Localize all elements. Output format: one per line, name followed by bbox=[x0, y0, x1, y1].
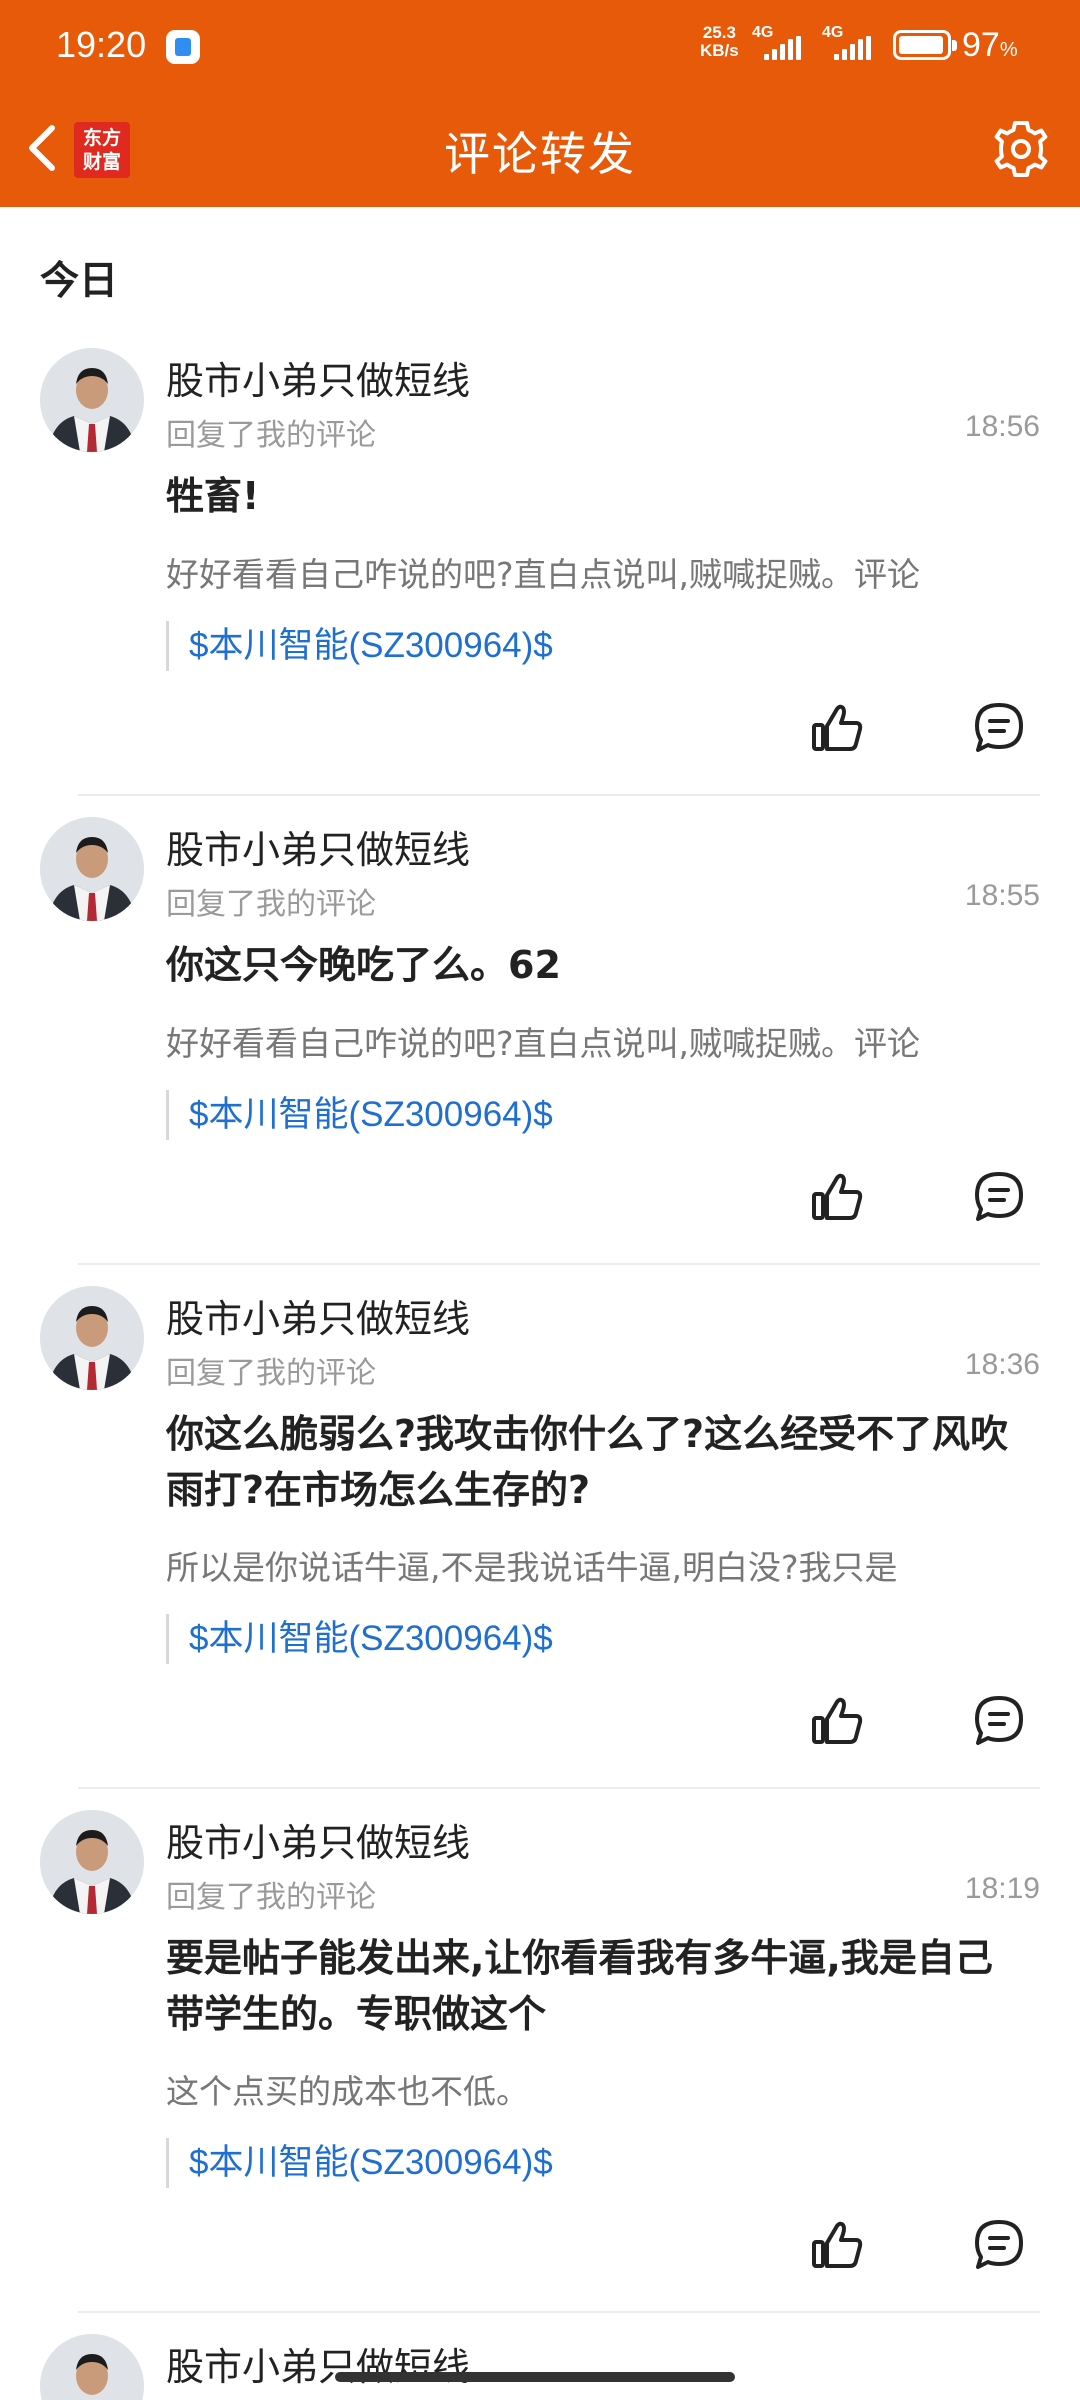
username[interactable]: 股市小弟只做短线 bbox=[166, 1288, 470, 1343]
stock-link[interactable]: $本川智能(SZ300964)$ bbox=[166, 621, 553, 671]
divider bbox=[78, 1787, 1040, 1789]
app-header: 19:20 25.3 KB/s 4G 4G 97% 东方 财富 评论转发 bbox=[0, 0, 1080, 207]
avatar-image bbox=[40, 817, 144, 921]
avatar[interactable] bbox=[40, 817, 144, 921]
notification-app-icon bbox=[166, 30, 200, 64]
avatar-image bbox=[40, 1810, 144, 1914]
avatar[interactable] bbox=[40, 348, 144, 452]
quoted-comment[interactable]: 好好看看自己咋说的吧?直白点说叫,贼喊捉贼。评论 bbox=[166, 548, 1042, 596]
home-indicator[interactable] bbox=[335, 2372, 735, 2382]
divider bbox=[78, 1263, 1040, 1265]
reply-label: 回复了我的评论 bbox=[166, 1880, 376, 1915]
divider bbox=[78, 2311, 1040, 2313]
comment-button[interactable] bbox=[970, 699, 1028, 757]
like-button[interactable] bbox=[808, 699, 866, 757]
stock-link[interactable]: $本川智能(SZ300964)$ bbox=[166, 1090, 553, 1140]
page-title: 评论转发 bbox=[444, 127, 636, 181]
like-button[interactable] bbox=[808, 1168, 866, 1226]
divider bbox=[78, 794, 1040, 796]
network-speed: 25.3 KB/s bbox=[700, 24, 739, 60]
battery-percent: 97% bbox=[962, 26, 1018, 64]
settings-button[interactable] bbox=[990, 118, 1052, 180]
status-bar: 19:20 25.3 KB/s 4G 4G 97% bbox=[0, 0, 1080, 90]
signal-sim2-icon: 4G bbox=[822, 24, 882, 60]
timestamp: 18:36 bbox=[964, 1348, 1040, 1381]
comment-content[interactable]: 要是帖子能发出来,让你看看我有多牛逼,我是自己带学生的。专职做这个 bbox=[166, 1930, 1026, 2042]
avatar-image bbox=[40, 348, 144, 452]
reply-label: 回复了我的评论 bbox=[166, 887, 376, 922]
username[interactable]: 股市小弟只做短线 bbox=[166, 2336, 470, 2391]
gear-icon bbox=[994, 121, 1048, 177]
comment-content[interactable]: 牲畜! bbox=[166, 468, 1026, 524]
thumbs-up-icon bbox=[812, 704, 863, 751]
avatar-image bbox=[40, 2334, 144, 2400]
comment-bubble-icon bbox=[975, 703, 1023, 752]
comment-content[interactable]: 你这么脆弱么?我攻击你什么了?这么经受不了风吹雨打?在市场怎么生存的? bbox=[166, 1406, 1026, 1518]
comment-bubble-icon bbox=[975, 2220, 1023, 2269]
reply-label: 回复了我的评论 bbox=[166, 418, 376, 453]
stock-link[interactable]: $本川智能(SZ300964)$ bbox=[166, 2138, 553, 2188]
timestamp: 18:19 bbox=[964, 1872, 1040, 1905]
timestamp: 18:55 bbox=[964, 879, 1040, 912]
section-label-today: 今日 bbox=[40, 259, 119, 304]
quoted-comment[interactable]: 这个点买的成本也不低。 bbox=[166, 2065, 1042, 2113]
username[interactable]: 股市小弟只做短线 bbox=[166, 819, 470, 874]
signal-sim1-icon: 4G bbox=[752, 24, 812, 60]
thumbs-up-icon bbox=[812, 1173, 863, 1220]
quoted-comment[interactable]: 所以是你说话牛逼,不是我说话牛逼,明白没?我只是 bbox=[166, 1541, 1042, 1589]
avatar-image bbox=[40, 1286, 144, 1390]
comment-button[interactable] bbox=[970, 1692, 1028, 1750]
thumbs-up-icon bbox=[812, 2221, 863, 2268]
network-speed-unit: KB/s bbox=[700, 41, 739, 60]
avatar[interactable] bbox=[40, 1286, 144, 1390]
reply-label: 回复了我的评论 bbox=[166, 1356, 376, 1391]
comment-button[interactable] bbox=[970, 2216, 1028, 2274]
battery-icon bbox=[893, 30, 957, 60]
status-time: 19:20 bbox=[56, 24, 147, 65]
like-button[interactable] bbox=[808, 1692, 866, 1750]
stock-link[interactable]: $本川智能(SZ300964)$ bbox=[166, 1614, 553, 1664]
avatar[interactable] bbox=[40, 2334, 144, 2400]
timestamp: 18:56 bbox=[964, 410, 1040, 443]
username[interactable]: 股市小弟只做短线 bbox=[166, 350, 470, 405]
like-button[interactable] bbox=[808, 2216, 866, 2274]
comment-button[interactable] bbox=[970, 1168, 1028, 1226]
quoted-comment[interactable]: 好好看看自己咋说的吧?直白点说叫,贼喊捉贼。评论 bbox=[166, 1017, 1042, 1065]
username[interactable]: 股市小弟只做短线 bbox=[166, 1812, 470, 1867]
network-speed-value: 25.3 bbox=[702, 23, 736, 42]
comment-bubble-icon bbox=[975, 1696, 1023, 1745]
comment-content[interactable]: 你这只今晚吃了么。62 bbox=[166, 937, 1026, 993]
avatar[interactable] bbox=[40, 1810, 144, 1914]
comment-bubble-icon bbox=[975, 1172, 1023, 1221]
thumbs-up-icon bbox=[812, 1697, 863, 1744]
